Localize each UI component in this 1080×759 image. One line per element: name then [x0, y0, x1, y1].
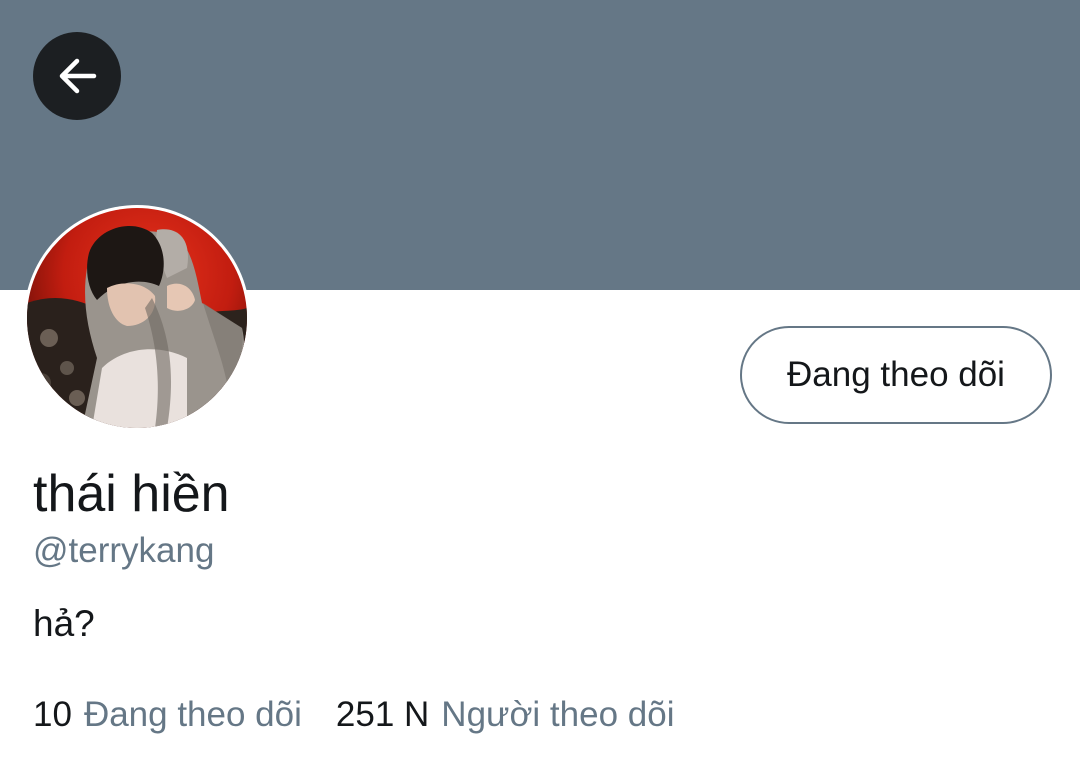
followers-stat[interactable]: 251 N Người theo dõi [336, 694, 675, 736]
profile-photo [27, 208, 247, 428]
following-stat[interactable]: 10 Đang theo dõi [33, 694, 302, 736]
arrow-left-icon [59, 58, 97, 94]
display-name: thái hiền [33, 465, 230, 523]
username-handle: @terrykang [33, 531, 215, 570]
following-button[interactable]: Đang theo dõi [740, 326, 1052, 424]
profile-bio: hả? [33, 603, 95, 644]
following-count: 10 [33, 695, 72, 734]
followers-count: 251 N [335, 695, 430, 734]
profile-stats: 10 Đang theo dõi 251 N Người theo dõi [33, 694, 674, 736]
following-label: Đang theo dõi [83, 695, 302, 734]
back-button[interactable] [33, 32, 121, 120]
avatar[interactable] [24, 205, 250, 431]
followers-label: Người theo dõi [441, 695, 675, 734]
